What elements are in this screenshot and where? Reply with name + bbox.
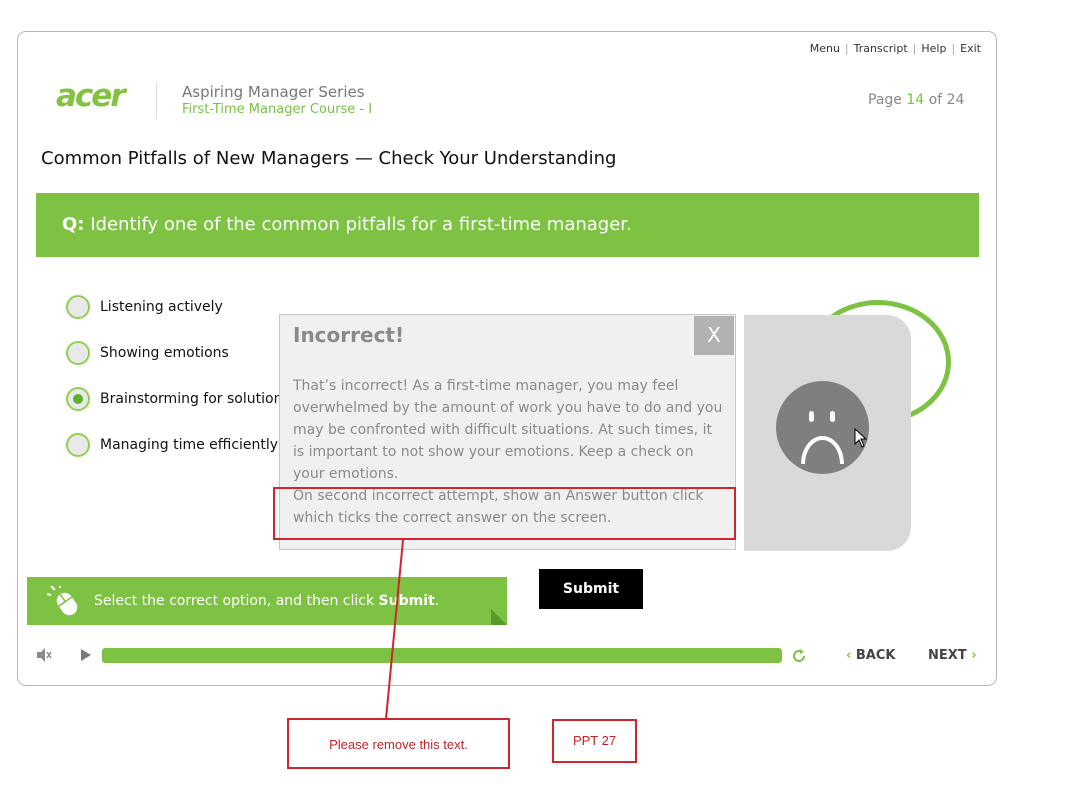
- page-title: Common Pitfalls of New Managers — Check …: [41, 148, 617, 169]
- next-button[interactable]: NEXT ›: [928, 648, 977, 663]
- reload-icon[interactable]: [790, 647, 808, 665]
- option-label: Brainstorming for solutions: [100, 391, 290, 407]
- question-text: Q: Identify one of the common pitfalls f…: [62, 214, 632, 235]
- instruction-text-start: Select the correct option, and then clic…: [94, 593, 379, 609]
- top-nav: Menu | Transcript | Help | Exit: [809, 42, 981, 55]
- instruction-bar: Select the correct option, and then clic…: [27, 577, 507, 625]
- question-body: Identify one of the common pitfalls for …: [90, 214, 632, 235]
- acer-logo: acer: [56, 78, 126, 114]
- instruction-text-end: .: [434, 593, 440, 609]
- feedback-title: Incorrect!: [293, 323, 405, 347]
- question-prefix: Q:: [62, 214, 85, 235]
- question-bar: Q: Identify one of the common pitfalls f…: [36, 193, 979, 257]
- radio-button[interactable]: [66, 295, 90, 319]
- next-label: NEXT: [928, 648, 967, 663]
- volume-icon[interactable]: [36, 647, 52, 663]
- series-title: Aspiring Manager Series: [182, 83, 365, 101]
- progress-fill: [102, 648, 782, 663]
- transcript-link[interactable]: Transcript: [854, 42, 908, 55]
- page-total: of 24: [928, 92, 965, 108]
- chevron-right-icon: ›: [971, 648, 977, 663]
- instruction-text-bold: Submit: [378, 593, 435, 609]
- progress-bar[interactable]: [102, 648, 782, 663]
- back-button[interactable]: ‹ BACK: [846, 648, 895, 663]
- course-title: First-Time Manager Course - I: [182, 102, 373, 117]
- radio-button[interactable]: [66, 433, 90, 457]
- radio-button-selected[interactable]: [66, 387, 90, 411]
- option-label: Showing emotions: [100, 345, 229, 361]
- radio-button[interactable]: [66, 341, 90, 365]
- cursor-icon: [854, 428, 868, 448]
- instruction-text: Select the correct option, and then clic…: [94, 593, 439, 609]
- exit-link[interactable]: Exit: [960, 42, 981, 55]
- submit-button[interactable]: Submit: [539, 569, 643, 609]
- ppt-reference: PPT 27: [552, 719, 637, 763]
- help-link[interactable]: Help: [921, 42, 946, 55]
- logo-divider: [156, 83, 157, 119]
- review-highlight-box: [273, 487, 736, 540]
- option-label: Managing time efficiently: [100, 437, 279, 453]
- option-label: Listening actively: [100, 299, 223, 315]
- page-indicator: Page 14 of 24: [868, 92, 964, 108]
- page-current: 14: [906, 92, 925, 108]
- play-icon[interactable]: [79, 648, 93, 662]
- page-prefix: Page: [868, 92, 902, 108]
- chevron-left-icon: ‹: [846, 648, 852, 663]
- menu-link[interactable]: Menu: [810, 42, 840, 55]
- close-button[interactable]: X: [694, 316, 734, 355]
- mouse-click-icon: [47, 586, 78, 616]
- review-comment: Please remove this text.: [287, 718, 510, 769]
- back-label: BACK: [855, 648, 896, 663]
- feedback-body: That’s incorrect! As a first-time manage…: [293, 378, 723, 482]
- feedback-image-panel: [744, 315, 911, 551]
